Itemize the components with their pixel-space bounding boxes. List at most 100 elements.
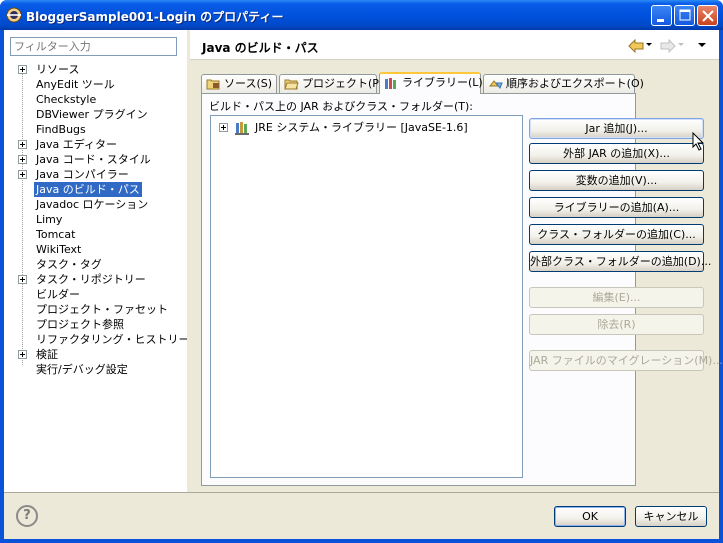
tree-item-label: タスク・タグ (36, 258, 102, 271)
tab-order-export[interactable]: 順序およびエクスポート(O) (483, 74, 644, 93)
title-bar[interactable]: BloggerSample001-Login のプロパティー (0, 0, 723, 30)
add-external-jar-button[interactable]: 外部 JAR の追加(X)... (529, 143, 704, 164)
tree-item-label: FindBugs (36, 123, 86, 136)
tree-item[interactable]: リファクタリング・ヒストリー (4, 332, 190, 347)
tree-item[interactable]: 検証 (4, 347, 187, 362)
tree-item-label: Limy (36, 213, 63, 226)
tree-item[interactable]: リソース (4, 62, 187, 77)
edit-button[interactable]: 編集(E)... (529, 287, 704, 308)
expand-icon[interactable] (219, 123, 228, 132)
tree-item[interactable]: Javadoc ロケーション (4, 197, 187, 212)
close-button[interactable] (697, 5, 718, 26)
tree-item[interactable]: Checkstyle (4, 92, 187, 107)
page-title: Java のビルド・パス (202, 41, 319, 55)
tree-item[interactable]: プロジェクト参照 (4, 317, 187, 332)
tree-item[interactable]: AnyEdit ツール (4, 77, 187, 92)
properties-window: BloggerSample001-Login のプロパティー リソース AnyEd… (0, 0, 723, 543)
tree-item[interactable]: Tomcat (4, 227, 187, 242)
build-path-tabs: ソース(S) プロジェクト(P) ライブラリー(L) 順序およびエクスポート(O… (201, 72, 661, 94)
tree-item[interactable]: タスク・タグ (4, 257, 187, 272)
tab-libraries[interactable]: ライブラリー(L) (379, 72, 483, 94)
property-page-tree-panel: リソース AnyEdit ツール Checkstyle DBViewer プラグイン F… (4, 30, 190, 492)
tab-order-export-label: 順序およびエクスポート(O) (506, 77, 644, 90)
close-icon (702, 10, 714, 22)
tab-projects[interactable]: プロジェクト(P) (279, 74, 383, 93)
tree-item[interactable]: プロジェクト・ファセット (4, 302, 187, 317)
forward-arrow-icon (660, 39, 676, 53)
tab-source-label: ソース(S) (224, 77, 273, 90)
tree-item[interactable]: Limy (4, 212, 187, 227)
add-variable-button[interactable]: 変数の追加(V)... (529, 170, 704, 191)
source-folder-icon (206, 79, 220, 90)
maximize-button[interactable] (674, 5, 695, 26)
add-class-folder-button[interactable]: クラス・フォルダーの追加(C)... (529, 224, 704, 245)
tree-item-label: リソース (36, 63, 80, 76)
add-jar-button[interactable]: Jar 追加(J)... (529, 118, 704, 139)
tree-item-label: Checkstyle (36, 93, 97, 106)
library-icon (235, 122, 249, 135)
tree-item-label: AnyEdit ツール (36, 78, 115, 91)
window-title: BloggerSample001-Login のプロパティー (26, 10, 284, 24)
tree-item[interactable]: Java エディター (4, 137, 187, 152)
back-arrow-icon[interactable] (628, 39, 644, 53)
tree-item[interactable]: WikiText (4, 242, 187, 257)
ok-button[interactable]: OK (554, 506, 626, 527)
remove-button[interactable]: 除去(R) (529, 314, 704, 335)
tree-item-label: プロジェクト・ファセット (36, 303, 168, 316)
tree-item-label: Tomcat (36, 228, 76, 241)
back-dropdown-icon[interactable] (646, 43, 652, 57)
tree-item-label: Javadoc ロケーション (36, 198, 149, 211)
tree-item-label: リファクタリング・ヒストリー (36, 333, 190, 346)
cancel-button[interactable]: キャンセル (635, 506, 707, 527)
dialog-client-area: リソース AnyEdit ツール Checkstyle DBViewer プラグイン F… (4, 30, 723, 539)
expand-icon[interactable] (18, 155, 27, 164)
mouse-cursor-icon (692, 132, 705, 151)
expand-icon[interactable] (18, 170, 27, 179)
tree-item-label: Java エディター (36, 138, 117, 151)
migrate-jar-button[interactable]: JAR ファイルのマイグレーション(M)... (529, 350, 723, 371)
tab-source[interactable]: ソース(S) (201, 74, 277, 93)
filter-input[interactable] (10, 37, 177, 56)
maximize-icon (679, 9, 691, 21)
order-export-icon (488, 80, 503, 89)
minimize-icon (657, 19, 664, 22)
view-menu-icon[interactable] (698, 43, 706, 57)
tree-item[interactable]: FindBugs (4, 122, 187, 137)
project-folder-icon (284, 79, 299, 90)
help-button[interactable]: ? (16, 505, 38, 527)
tree-item-label: 検証 (36, 348, 58, 361)
tree-item-label: DBViewer プラグイン (36, 108, 148, 121)
add-external-class-folder-button[interactable]: 外部クラス・フォルダーの追加(D)... (529, 251, 711, 272)
tree-item[interactable]: Java コンパイラー (4, 167, 187, 182)
forward-dropdown-icon (678, 43, 684, 46)
tree-item-label: タスク・リポジトリー (36, 273, 146, 286)
tree-item[interactable]: 実行/デバッグ設定 (4, 362, 187, 377)
tab-libraries-label: ライブラリー(L) (402, 76, 483, 89)
minimize-button[interactable] (651, 5, 672, 26)
tree-item-label: Java コンパイラー (36, 168, 129, 181)
expand-icon[interactable] (18, 65, 27, 74)
tree-item[interactable]: DBViewer プラグイン (4, 107, 187, 122)
tree-item-label: WikiText (36, 243, 82, 256)
libraries-list[interactable]: JRE システム・ライブラリー [JavaSE-1.6] (210, 115, 523, 478)
page-header: Java のビルド・パス (190, 30, 719, 60)
add-library-button[interactable]: ライブラリーの追加(A)... (529, 197, 704, 218)
panel-sash[interactable] (187, 30, 190, 492)
tree-item-label: 実行/デバッグ設定 (36, 363, 128, 376)
tree-item[interactable]: ビルダー (4, 287, 187, 302)
expand-icon[interactable] (18, 350, 27, 359)
expand-icon[interactable] (18, 140, 27, 149)
tree-item[interactable]: Java のビルド・パス (4, 182, 187, 197)
libraries-section-label: ビルド・パス上の JAR およびクラス・フォルダー(T): (209, 100, 473, 113)
footer-separator (4, 492, 719, 493)
tab-projects-label: プロジェクト(P) (302, 77, 384, 90)
tree-item[interactable]: タスク・リポジトリー (4, 272, 187, 287)
tree-item-label: ビルダー (36, 288, 80, 301)
expand-icon[interactable] (18, 275, 27, 284)
eclipse-icon (6, 7, 22, 23)
library-icon (385, 78, 396, 89)
tree-item[interactable]: Java コード・スタイル (4, 152, 187, 167)
property-page-tree: リソース AnyEdit ツール Checkstyle DBViewer プラグイン F… (4, 62, 190, 377)
tree-item-label: Java のビルド・パス (34, 182, 142, 197)
list-item-label: JRE システム・ライブラリー [JavaSE-1.6] (255, 121, 468, 134)
